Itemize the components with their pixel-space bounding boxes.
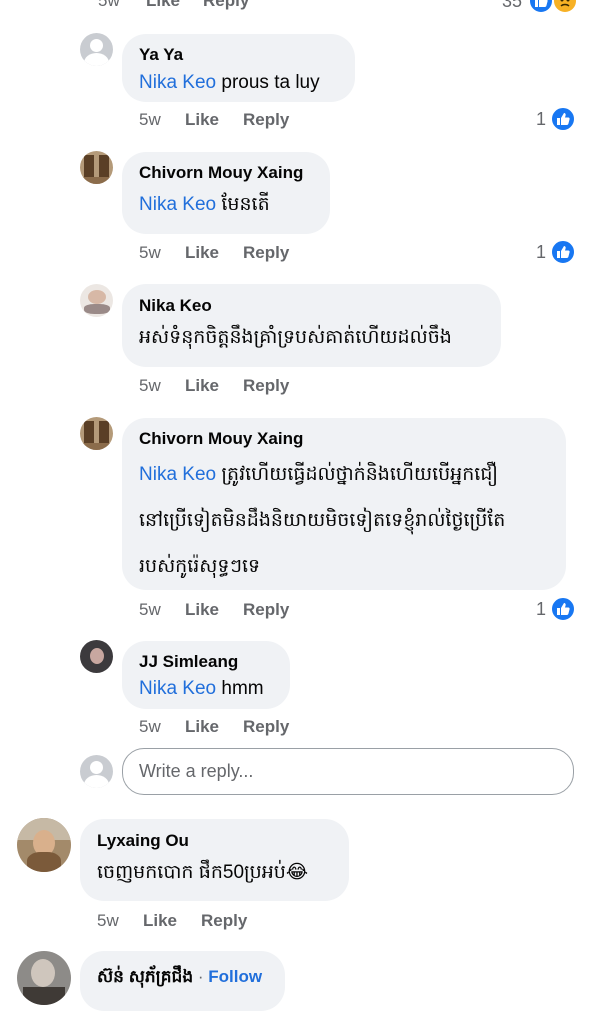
avatar[interactable] (80, 640, 113, 673)
sad-reaction-icon (552, 0, 578, 14)
reply-link[interactable]: Reply (203, 0, 249, 10)
reply-link[interactable]: Reply (243, 376, 289, 395)
mention-link[interactable]: Nika Keo (139, 72, 216, 93)
like-link[interactable]: Like (185, 600, 219, 619)
reply-link[interactable]: Reply (243, 243, 289, 262)
comment-body: អស់ទំនុកចិត្តនឹងគ្រាំទ្របស់គាត់ហើយដល់ចឹង (139, 327, 452, 348)
like-reaction-icon (550, 106, 576, 132)
commenter-name[interactable]: Ya Ya (139, 45, 183, 65)
like-link[interactable]: Like (185, 717, 219, 736)
avatar[interactable] (80, 33, 113, 66)
separator-dot: · (197, 967, 204, 986)
avatar[interactable] (17, 818, 71, 872)
mention-link[interactable]: Nika Keo (139, 194, 216, 215)
commenter-name[interactable]: ស៊ន់ សុភ័គ្រជឹង (97, 967, 193, 986)
comment-text: Nika Keo ត្រូវហើយធ្វើដល់ថ្នាក់និងហើយបើអ្… (139, 452, 559, 590)
like-link[interactable]: Like (146, 0, 180, 10)
reply-link[interactable]: Reply (243, 600, 289, 619)
comment-body: មែនតើ (221, 194, 270, 215)
like-link[interactable]: Like (185, 110, 219, 129)
comment-text: អស់ទំនុកចិត្តនឹងគ្រាំទ្របស់គាត់ហើយដល់ចឹង (139, 320, 452, 356)
reply-link[interactable]: Reply (243, 717, 289, 736)
comment-body: prous ta luy (221, 72, 320, 93)
avatar[interactable] (80, 417, 113, 450)
comment-text: Nika Keo hmm (139, 671, 264, 707)
reply-input-box[interactable] (122, 748, 574, 795)
reply-link[interactable]: Reply (243, 110, 289, 129)
comment-text: ចេញមកបោក ផឹក50ប្រអប់😂 (97, 855, 308, 891)
comment-line: នៅប្រើទៀតមិនដឹងនិយាយមិចទៀតទេខ្ញុំរាល់ថ្ង… (139, 510, 506, 531)
time-label: 5w (98, 0, 120, 10)
like-link[interactable]: Like (185, 243, 219, 262)
comment-body: ចេញមកបោក ផឹក50ប្រអប់ (97, 862, 286, 883)
time-label: 5w (139, 110, 161, 129)
avatar[interactable] (80, 284, 113, 317)
comment-line: របស់កូរ៉េសុទ្ធៗទេ (139, 556, 261, 577)
comment-line: ត្រូវហើយធ្វើដល់ថ្នាក់និងហើយបើអ្នកជឿ (221, 464, 499, 485)
time-label: 5w (139, 376, 161, 395)
like-reaction-icon (550, 596, 576, 622)
time-label: 5w (139, 717, 161, 736)
comment-text: Nika Keo មែនតើ (139, 187, 270, 223)
follow-button[interactable]: Follow (208, 967, 262, 986)
commenter-header: ស៊ន់ សុភ័គ្រជឹង · Follow (97, 966, 262, 991)
mention-link[interactable]: Nika Keo (139, 464, 216, 485)
like-reaction-icon (550, 239, 576, 265)
commenter-name[interactable]: Lyxaing Ou (97, 831, 189, 851)
like-count[interactable]: 1 (536, 242, 546, 263)
commenter-name[interactable]: Nika Keo (139, 296, 212, 316)
reply-link[interactable]: Reply (201, 911, 247, 930)
time-label: 5w (139, 243, 161, 262)
reaction-count[interactable]: 35 (502, 0, 522, 12)
avatar[interactable] (80, 151, 113, 184)
comment-body: hmm (221, 678, 264, 699)
commenter-name[interactable]: Chivorn Mouy Xaing (139, 429, 303, 449)
commenter-name[interactable]: JJ Simleang (139, 652, 238, 672)
mention-link[interactable]: Nika Keo (139, 678, 216, 699)
laughing-emoji-icon: 😂 (285, 862, 309, 883)
time-label: 5w (97, 911, 119, 930)
commenter-name[interactable]: Chivorn Mouy Xaing (139, 163, 303, 183)
like-link[interactable]: Like (185, 376, 219, 395)
avatar (80, 755, 113, 788)
like-reaction-icon (528, 0, 554, 14)
time-label: 5w (139, 600, 161, 619)
avatar[interactable] (17, 951, 71, 1005)
comment-text: Nika Keo prous ta luy (139, 65, 320, 101)
like-count[interactable]: 1 (536, 599, 546, 620)
like-count[interactable]: 1 (536, 109, 546, 130)
like-link[interactable]: Like (143, 911, 177, 930)
reply-input[interactable] (123, 749, 573, 794)
